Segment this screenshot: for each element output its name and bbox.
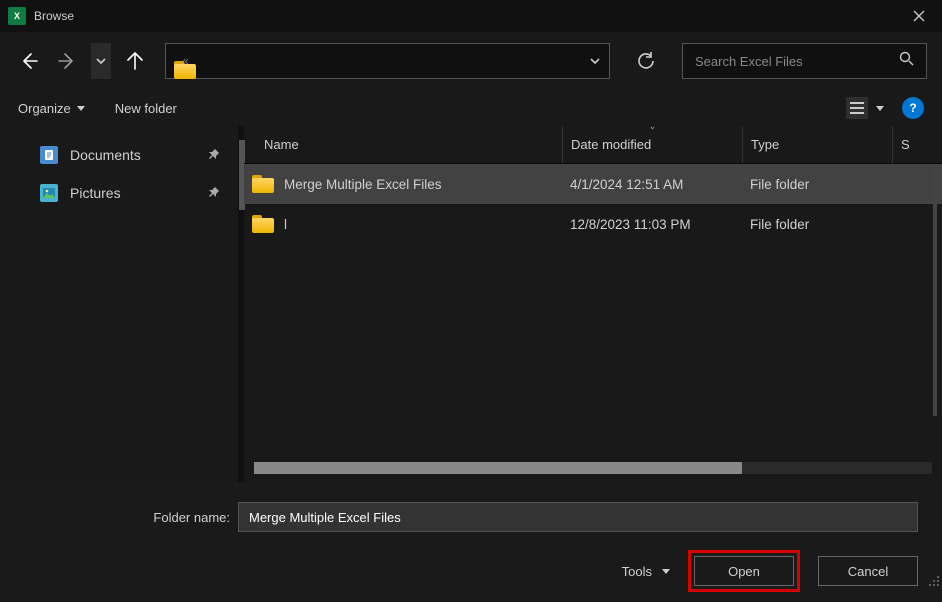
folder-name-input[interactable] bbox=[238, 502, 918, 532]
window-title: Browse bbox=[34, 9, 74, 23]
organize-button[interactable]: Organize bbox=[18, 101, 85, 116]
search-box[interactable] bbox=[682, 43, 927, 79]
header-name[interactable]: Name bbox=[244, 137, 562, 152]
sidebar-item-label: Documents bbox=[70, 147, 141, 163]
open-highlight: Open bbox=[688, 550, 800, 592]
pictures-icon bbox=[40, 184, 58, 202]
file-name: Merge Multiple Excel Files bbox=[284, 177, 442, 192]
help-button[interactable]: ? bbox=[902, 97, 924, 119]
horizontal-scrollbar[interactable] bbox=[254, 462, 932, 474]
chevron-down-icon bbox=[662, 569, 670, 574]
sidebar-item-pictures[interactable]: Pictures bbox=[0, 174, 238, 212]
new-folder-label: New folder bbox=[115, 101, 177, 116]
up-button[interactable] bbox=[121, 47, 149, 75]
tools-label: Tools bbox=[622, 564, 652, 579]
header-type[interactable]: Type bbox=[742, 126, 892, 163]
folder-name-label: Folder name: bbox=[24, 510, 230, 525]
documents-icon bbox=[40, 146, 58, 164]
tools-button[interactable]: Tools bbox=[622, 564, 670, 579]
pin-icon[interactable] bbox=[208, 148, 220, 163]
pin-icon[interactable] bbox=[208, 186, 220, 201]
vertical-scroll-indicator[interactable] bbox=[933, 166, 937, 416]
forward-button[interactable] bbox=[53, 47, 81, 75]
list-view-icon bbox=[846, 97, 868, 119]
file-type: File folder bbox=[742, 164, 892, 204]
new-folder-button[interactable]: New folder bbox=[115, 101, 177, 116]
open-button[interactable]: Open bbox=[694, 556, 794, 586]
resize-grip[interactable] bbox=[926, 573, 940, 587]
cancel-button[interactable]: Cancel bbox=[818, 556, 918, 586]
file-row[interactable]: Merge Multiple Excel Files 4/1/2024 12:5… bbox=[244, 164, 942, 204]
command-bar: Organize New folder ? bbox=[0, 90, 942, 126]
file-date: 4/1/2024 12:51 AM bbox=[562, 164, 742, 204]
recent-locations-button[interactable] bbox=[91, 43, 111, 79]
navigation-bar: « bbox=[0, 32, 942, 90]
address-bar[interactable]: « bbox=[165, 43, 610, 79]
chevron-down-icon bbox=[876, 106, 884, 111]
header-date[interactable]: ⌄ Date modified bbox=[562, 126, 742, 163]
search-icon[interactable] bbox=[899, 51, 914, 71]
view-mode-button[interactable] bbox=[846, 97, 884, 119]
bottom-panel: Folder name: Tools Open Cancel bbox=[0, 482, 942, 602]
header-size[interactable]: S bbox=[892, 126, 942, 163]
address-dropdown-icon[interactable] bbox=[589, 52, 601, 70]
horizontal-scroll-thumb[interactable] bbox=[254, 462, 742, 474]
navigation-pane: Documents Pictures bbox=[0, 126, 244, 482]
file-name: l bbox=[284, 217, 287, 232]
titlebar: X Browse bbox=[0, 0, 942, 32]
folder-icon bbox=[252, 175, 274, 193]
file-row[interactable]: l 12/8/2023 11:03 PM File folder bbox=[244, 204, 942, 244]
folder-icon bbox=[252, 215, 274, 233]
excel-icon: X bbox=[8, 7, 26, 25]
organize-label: Organize bbox=[18, 101, 71, 116]
refresh-button[interactable] bbox=[626, 41, 666, 81]
back-button[interactable] bbox=[15, 47, 43, 75]
file-date: 12/8/2023 11:03 PM bbox=[562, 204, 742, 244]
chevron-down-icon bbox=[77, 106, 85, 111]
column-headers: Name ⌄ Date modified Type S bbox=[244, 126, 942, 164]
sort-indicator-icon: ⌄ bbox=[649, 121, 657, 132]
sidebar-item-label: Pictures bbox=[70, 185, 121, 201]
file-list: Name ⌄ Date modified Type S Merge Multip… bbox=[244, 126, 942, 482]
close-button[interactable] bbox=[896, 0, 942, 32]
file-type: File folder bbox=[742, 204, 892, 244]
search-input[interactable] bbox=[695, 54, 899, 69]
sidebar-item-documents[interactable]: Documents bbox=[0, 136, 238, 174]
content-area: Documents Pictures Name ⌄ Date modified … bbox=[0, 126, 942, 482]
